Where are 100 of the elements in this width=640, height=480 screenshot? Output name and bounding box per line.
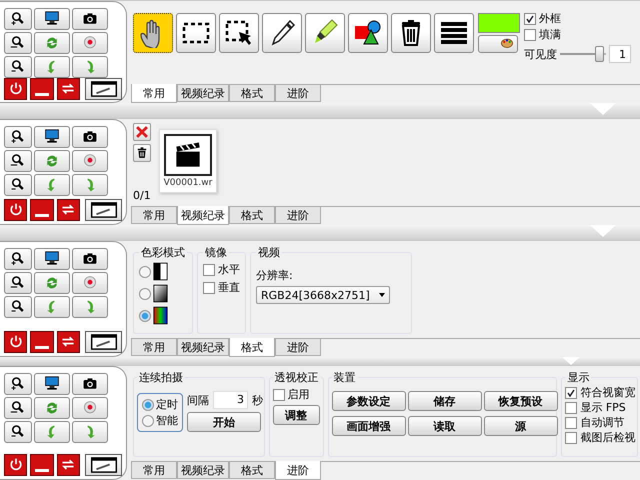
tool-button[interactable] [262, 13, 302, 53]
radio-button[interactable] [139, 310, 151, 322]
tool-button[interactable] [4, 174, 32, 196]
window-button[interactable] [85, 331, 122, 353]
minimize-button[interactable] [30, 454, 54, 476]
tool-button[interactable] [176, 13, 216, 53]
power-button[interactable] [4, 199, 28, 221]
refresh-icon [44, 153, 60, 169]
tab[interactable]: 格式 [229, 462, 275, 479]
checkbox[interactable] [565, 402, 578, 414]
interval-field[interactable]: 3 [213, 391, 248, 409]
tool-button[interactable] [4, 272, 32, 294]
tab[interactable]: 进阶 [275, 85, 321, 102]
tab[interactable]: 进阶 [275, 339, 321, 356]
tool-button[interactable] [34, 373, 70, 395]
power-icon [8, 202, 24, 218]
tab[interactable]: 视频纪录 [177, 85, 229, 102]
checkbox-label: 显示 FPS [580, 400, 626, 415]
checkbox[interactable] [524, 12, 536, 24]
swap-button[interactable] [56, 331, 80, 353]
minimize-button[interactable] [30, 331, 54, 353]
window-button[interactable] [85, 199, 122, 221]
checkbox[interactable] [203, 282, 215, 294]
tool-button[interactable] [348, 13, 388, 53]
window-button[interactable] [85, 454, 122, 476]
tool-button[interactable] [4, 397, 32, 419]
tool-button[interactable] [4, 296, 32, 318]
tool-button[interactable] [72, 8, 108, 30]
zoom-in-icon [10, 129, 26, 145]
tool-button[interactable] [34, 126, 70, 148]
delete-button[interactable] [133, 123, 151, 141]
tab[interactable]: 格式 [229, 207, 275, 224]
tool-button[interactable] [72, 248, 108, 270]
resolution-dropdown[interactable]: RGB24[3668x2751] [256, 286, 390, 304]
close-icon [135, 125, 149, 139]
minimize-button[interactable] [30, 199, 54, 221]
power-button[interactable] [4, 78, 28, 100]
radio-button[interactable] [142, 398, 154, 410]
tool-button[interactable] [391, 13, 431, 53]
tab[interactable]: 视频纪录 [177, 462, 229, 479]
device-button[interactable]: 读取 [408, 416, 482, 436]
tool-button[interactable] [72, 373, 108, 395]
minimize-button[interactable] [30, 78, 54, 100]
color-swatch[interactable] [478, 13, 520, 33]
tool-button[interactable] [4, 248, 32, 270]
device-button[interactable]: 参数设定 [332, 391, 406, 411]
tab[interactable]: 常用 [131, 462, 177, 479]
tab[interactable]: 格式 [229, 338, 275, 357]
swap-button[interactable] [56, 199, 80, 221]
device-button[interactable]: 恢复预设 [484, 391, 558, 411]
checkbox[interactable] [565, 386, 578, 398]
tab[interactable]: 格式 [229, 85, 275, 102]
tab[interactable]: 视频纪录 [177, 339, 229, 356]
opacity-value-field[interactable]: 1 [609, 45, 631, 63]
power-icon [8, 334, 24, 350]
checkbox[interactable] [565, 416, 578, 428]
power-button[interactable] [4, 331, 28, 353]
device-button[interactable]: 源 [484, 416, 558, 436]
tab[interactable]: 常用 [131, 339, 177, 356]
device-button[interactable]: 储存 [408, 391, 482, 411]
checkbox[interactable] [524, 28, 536, 40]
power-icon [8, 457, 24, 473]
swap-button[interactable] [56, 454, 80, 476]
tool-button[interactable] [4, 32, 32, 54]
unit-label: 秒 [252, 392, 263, 408]
tool-button[interactable] [4, 56, 32, 78]
start-button[interactable]: 开始 [187, 412, 261, 432]
tool-button[interactable] [4, 373, 32, 395]
tool-button[interactable] [4, 150, 32, 172]
tab[interactable]: 进阶 [275, 207, 321, 224]
tab[interactable]: 常用 [131, 84, 177, 103]
tool-button[interactable] [72, 126, 108, 148]
tab[interactable]: 视频纪录 [177, 206, 229, 225]
radio-button[interactable] [139, 266, 151, 278]
checkbox[interactable] [565, 432, 578, 444]
checkbox[interactable] [272, 388, 285, 400]
camera-icon [82, 11, 98, 27]
tool-button[interactable] [34, 248, 70, 270]
tool-button[interactable] [219, 13, 259, 53]
tool-button[interactable] [4, 126, 32, 148]
tab[interactable]: 常用 [131, 207, 177, 224]
video-thumbnail[interactable]: V00001.wr [159, 129, 217, 193]
swap-button[interactable] [56, 78, 80, 100]
palette-button[interactable] [478, 35, 518, 53]
device-button[interactable]: 画面增强 [332, 416, 406, 436]
radio-button[interactable] [142, 414, 154, 426]
group-title: 透视校正 [274, 370, 320, 385]
window-button[interactable] [85, 78, 122, 100]
tab[interactable]: 进阶 [275, 461, 321, 480]
radio-label: 智能 [156, 413, 178, 428]
adjust-button[interactable]: 调整 [272, 405, 320, 425]
power-button[interactable] [4, 454, 28, 476]
trash-button[interactable] [133, 144, 151, 162]
tool-button[interactable] [133, 13, 173, 53]
tool-button[interactable] [4, 8, 32, 30]
tool-button[interactable] [4, 421, 32, 443]
checkbox[interactable] [203, 264, 215, 276]
tool-button[interactable] [434, 13, 474, 53]
radio-button[interactable] [139, 288, 151, 300]
tool-button[interactable] [34, 8, 70, 30]
